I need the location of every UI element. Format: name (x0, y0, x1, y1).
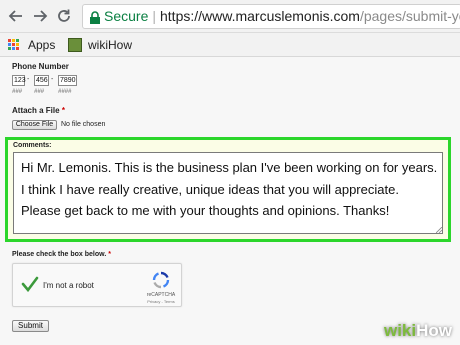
phone-area-input[interactable]: 123 (12, 75, 26, 86)
url-path: /pages/submit-your-bu (359, 8, 460, 24)
attach-required-mark: * (61, 106, 65, 115)
watermark-how: How (416, 321, 452, 340)
phone-line-hint: #### (58, 89, 72, 95)
choose-file-button[interactable]: Choose File (12, 120, 57, 130)
comments-label: Comments: (13, 142, 52, 149)
wikihow-watermark: wikiHow (384, 321, 452, 341)
bookmarks-bar: Apps wikiHow (0, 33, 460, 57)
recaptcha-brand: reCAPTCHA (146, 292, 176, 298)
bookmark-wikihow[interactable]: wikiHow (68, 36, 132, 54)
forward-arrow-icon[interactable] (32, 8, 48, 24)
captcha-checkbox-label[interactable]: I'm not a robot (43, 281, 94, 290)
captcha-prompt-text: Please check the box below. (12, 251, 107, 258)
phone-label: Phone Number (12, 62, 69, 71)
recaptcha-logo-icon (152, 271, 170, 289)
file-status: No file chosen (61, 121, 106, 128)
comments-textarea[interactable]: Hi Mr. Lemonis. This is the business pla… (13, 152, 443, 234)
web-page: Phone Number 123 - 456 - 7890 ### ### ##… (0, 57, 460, 345)
recaptcha-widget: I'm not a robot reCAPTCHA Privacy - Term… (12, 263, 182, 307)
phone-prefix-hint: ### (34, 89, 45, 95)
bookmark-wikihow-label: wikiHow (88, 38, 133, 52)
wikihow-favicon (68, 37, 82, 52)
submit-button[interactable]: Submit (12, 320, 49, 332)
lock-icon (89, 9, 101, 25)
recaptcha-terms-link[interactable]: Privacy - Terms (141, 299, 181, 304)
apps-grid-icon (8, 38, 20, 51)
captcha-prompt: Please check the box below. * (12, 251, 111, 258)
phone-dash-2: - (51, 76, 54, 83)
captcha-required-mark: * (108, 251, 111, 258)
browser-toolbar: Secure | https://www.marcuslemonis.com/pag… (0, 0, 460, 33)
checkmark-icon[interactable] (21, 276, 39, 292)
back-arrow-icon[interactable] (8, 8, 24, 24)
phone-dash-1: - (27, 76, 30, 83)
comments-highlight: Comments: Hi Mr. Lemonis. This is the bu… (5, 137, 451, 242)
bookmark-apps-label: Apps (28, 38, 56, 52)
url-separator: | (152, 8, 156, 24)
url-host: https://www.marcuslemonis.com (160, 8, 360, 24)
address-bar[interactable]: Secure | https://www.marcuslemonis.com/pag… (82, 4, 460, 29)
attach-label-text: Attach a File (12, 106, 60, 115)
watermark-wiki: wiki (383, 321, 417, 340)
bookmark-apps[interactable]: Apps (8, 36, 55, 54)
phone-prefix-input[interactable]: 456 (34, 75, 49, 86)
phone-line-input[interactable]: 7890 (58, 75, 77, 86)
attach-label: Attach a File * (12, 106, 65, 115)
reload-icon[interactable] (56, 8, 72, 24)
secure-label: Secure (104, 8, 149, 24)
phone-area-hint: ### (12, 89, 23, 95)
